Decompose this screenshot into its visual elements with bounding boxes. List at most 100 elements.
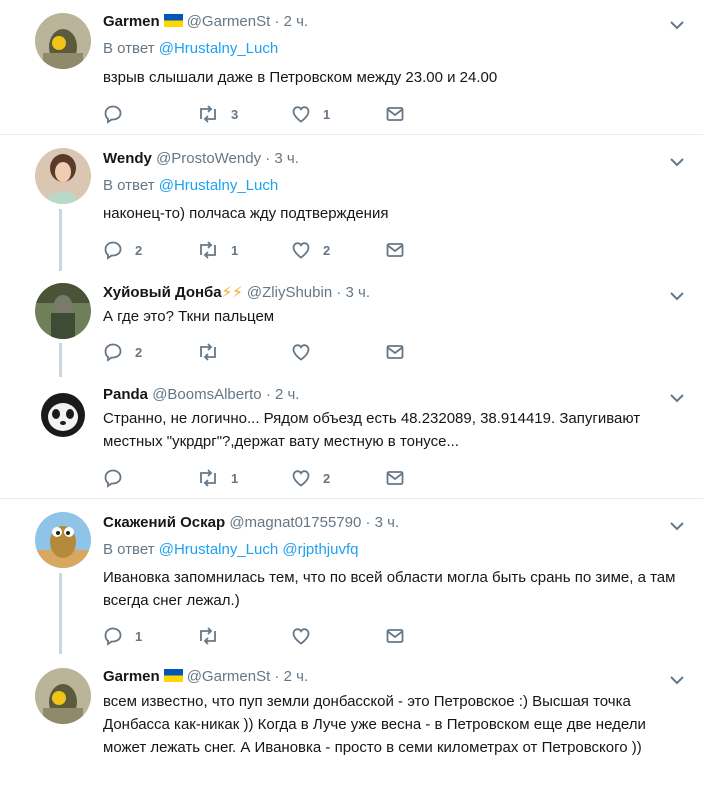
author-name[interactable]: Panda: [103, 386, 148, 403]
retweet-button[interactable]: [197, 626, 231, 646]
tweet-5[interactable]: Скажений Оскар @magnat01755790 · 3 ч. В …: [0, 499, 703, 654]
reply-mention[interactable]: @Hrustalny_Luch: [159, 541, 278, 558]
timestamp[interactable]: 3 ч.: [274, 150, 299, 167]
author-handle[interactable]: @BoomsAlberto: [152, 386, 261, 403]
heart-icon: [292, 344, 310, 361]
retweet-icon: [200, 627, 216, 645]
thread-line: [59, 343, 62, 377]
reply-button[interactable]: 2: [103, 240, 142, 260]
tweet-6[interactable]: Garmen @GarmenSt · 2 ч. всем известно, чт…: [0, 654, 703, 791]
retweet-button[interactable]: [197, 342, 231, 362]
retweet-count: 1: [231, 242, 239, 258]
reply-prefix: В ответ: [103, 541, 155, 558]
retweet-icon: [200, 343, 216, 361]
tweet-1[interactable]: Garmen @GarmenSt · 2 ч. В ответ @Hrustaln…: [0, 0, 703, 134]
reply-button[interactable]: 1: [103, 626, 142, 646]
reply-context: В ответ @Hrustalny_Luch: [103, 40, 278, 58]
tweet-text: А где это? Ткни пальцем: [103, 308, 275, 325]
heart-icon: [292, 106, 310, 123]
tweet-text: всем известно, что пуп земли донбасской …: [103, 693, 646, 756]
timestamp[interactable]: 2 ч.: [284, 668, 309, 685]
dm-button[interactable]: [385, 468, 405, 488]
author-name[interactable]: Скажений Оскар: [103, 514, 225, 531]
like-button[interactable]: [291, 342, 323, 362]
retweet-icon: [200, 241, 216, 259]
author-handle[interactable]: @GarmenSt: [187, 668, 271, 685]
like-button[interactable]: 1: [291, 104, 330, 124]
retweet-count: 3: [231, 106, 239, 122]
reply-mention[interactable]: @Hrustalny_Luch: [159, 40, 278, 57]
retweet-button[interactable]: 1: [197, 240, 238, 260]
chevron-down-icon[interactable]: [670, 154, 684, 167]
reply-mention[interactable]: @Hrustalny_Luch: [159, 177, 278, 194]
like-button[interactable]: 2: [291, 468, 330, 488]
tweet-4[interactable]: Panda @BoomsAlberto · 2 ч. Странно, не л…: [0, 377, 703, 498]
retweet-button[interactable]: 3: [197, 104, 238, 124]
tweet-2[interactable]: Wendy @ProstoWendy · 3 ч. В ответ @Hrust…: [0, 135, 703, 271]
reply-button[interactable]: [103, 468, 135, 488]
heart-icon: [292, 628, 310, 645]
dm-button[interactable]: [385, 342, 405, 362]
like-button[interactable]: [291, 626, 323, 646]
like-count: 2: [323, 242, 331, 258]
envelope-icon: [386, 243, 404, 257]
avatar[interactable]: [35, 13, 91, 69]
timestamp[interactable]: 3 ч.: [346, 284, 371, 301]
chevron-down-icon[interactable]: [670, 672, 684, 685]
reply-context: В ответ @Hrustalny_Luch @rjpthjuvfq: [103, 541, 358, 559]
dm-button[interactable]: [385, 104, 405, 124]
dm-button[interactable]: [385, 240, 405, 260]
reply-button[interactable]: [103, 104, 135, 124]
reply-count: 2: [135, 344, 143, 360]
ukraine-flag-icon: [163, 14, 183, 27]
separator-dot: ·: [274, 668, 280, 685]
retweet-count: 1: [231, 470, 239, 486]
timestamp[interactable]: 3 ч.: [375, 514, 400, 531]
retweet-icon: [200, 105, 216, 123]
thread-line: [59, 573, 62, 654]
author-name[interactable]: Garmen: [103, 13, 160, 30]
reply-mention-2[interactable]: @rjpthjuvfq: [282, 541, 358, 558]
dm-button[interactable]: [385, 626, 405, 646]
reply-icon: [104, 343, 122, 362]
reply-icon: [104, 469, 122, 488]
envelope-icon: [386, 345, 404, 359]
avatar[interactable]: [35, 668, 91, 724]
ukraine-flag-icon: [163, 669, 183, 682]
separator-dot: ·: [274, 13, 280, 30]
like-button[interactable]: 2: [291, 240, 330, 260]
avatar[interactable]: [35, 512, 91, 568]
envelope-icon: [386, 629, 404, 643]
like-count: 1: [323, 106, 331, 122]
author-handle[interactable]: @GarmenSt: [187, 13, 271, 30]
separator-dot: ·: [265, 150, 271, 167]
retweet-button[interactable]: 1: [197, 468, 238, 488]
chevron-down-icon[interactable]: [670, 518, 684, 531]
author-name[interactable]: Garmen: [103, 668, 160, 685]
reply-icon: [104, 241, 122, 260]
chevron-down-icon[interactable]: [670, 288, 684, 301]
heart-icon: [292, 470, 310, 487]
envelope-icon: [386, 107, 404, 121]
separator-dot: ·: [265, 386, 271, 403]
author-name[interactable]: Wendy: [103, 150, 152, 167]
reply-prefix: В ответ: [103, 40, 155, 57]
chevron-down-icon[interactable]: [670, 17, 684, 30]
heart-icon: [292, 242, 310, 259]
reply-count: 1: [135, 628, 143, 644]
separator-dot: ·: [336, 284, 342, 301]
timestamp[interactable]: 2 ч.: [284, 13, 309, 30]
author-handle[interactable]: @magnat01755790: [229, 514, 361, 531]
author-name[interactable]: Хуйовый Донба: [103, 284, 222, 301]
avatar[interactable]: [35, 148, 91, 204]
timestamp[interactable]: 2 ч.: [275, 386, 300, 403]
author-handle[interactable]: @ZliyShubin: [247, 284, 332, 301]
avatar[interactable]: [35, 283, 91, 339]
separator-dot: ·: [365, 514, 371, 531]
tweet-text: наконец-то) полчаса жду подтверждения: [103, 205, 389, 222]
author-handle[interactable]: @ProstoWendy: [156, 150, 261, 167]
chevron-down-icon[interactable]: [670, 390, 684, 403]
reply-button[interactable]: 2: [103, 342, 142, 362]
tweet-3[interactable]: Хуйовый Донба⚡⚡ @ZliyShubin · 3 ч. А где…: [0, 271, 703, 377]
avatar[interactable]: [35, 385, 91, 441]
